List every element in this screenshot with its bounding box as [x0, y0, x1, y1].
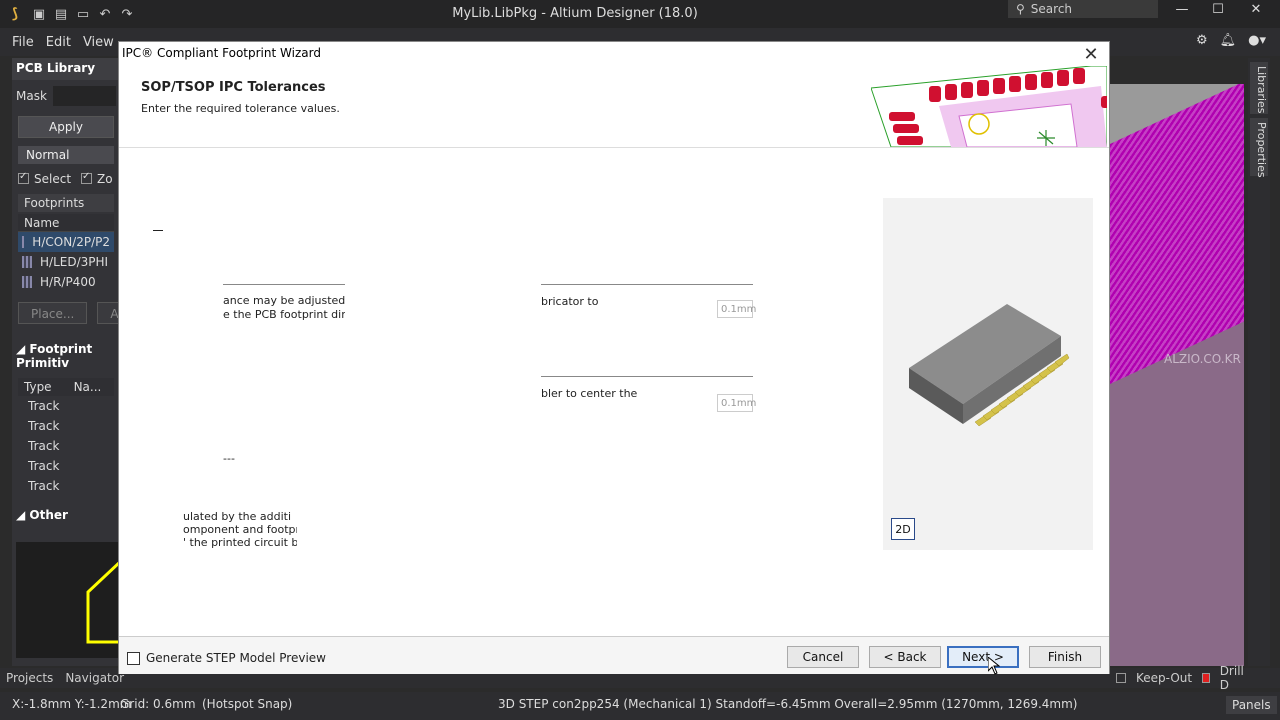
primitive-row[interactable]: Track — [18, 476, 114, 496]
footprint-icon — [22, 256, 32, 268]
tolerance-input[interactable]: 0.1mm — [717, 394, 756, 412]
text-fragment: --- — [223, 452, 235, 465]
panels-button[interactable]: Panels — [1226, 696, 1277, 714]
dialog-footer: Generate STEP Model Preview Cancel < Bac… — [119, 636, 1109, 674]
text-fragment: omponent and footpri — [183, 523, 297, 536]
text-fragment: ance may be adjusted a — [223, 294, 345, 307]
other-header[interactable]: ◢ Other — [16, 508, 116, 522]
primitives-columns: Type Na... — [18, 378, 114, 396]
properties-tab[interactable]: Properties — [1250, 118, 1268, 178]
search-icon: ⚲ — [1016, 2, 1025, 16]
dialog-body: ance may be adjusted a e the PCB footpri… — [119, 148, 1109, 636]
primitive-row[interactable]: Track — [18, 396, 114, 416]
footprint-item[interactable]: H/LED/3PHI — [18, 252, 114, 272]
tolerance-input[interactable]: 0.1mm — [717, 300, 756, 318]
menu-view[interactable]: View — [83, 35, 114, 50]
maximize-icon[interactable]: ☐ — [1200, 0, 1236, 18]
zoom-checkbox[interactable]: Zo — [81, 171, 113, 186]
place-button[interactable]: Place... — [18, 302, 88, 324]
primitive-row[interactable]: Track — [18, 456, 114, 476]
mask-label: Mask — [16, 89, 47, 103]
footprint-item[interactable]: H/CON/2P/P2 — [18, 232, 114, 252]
pcb-library-panel: PCB Library Mask Apply Normal Select Zo … — [12, 58, 139, 666]
panel-title: PCB Library — [12, 58, 120, 80]
close-icon[interactable]: ✕ — [1081, 44, 1101, 65]
minimize-icon[interactable]: — — [1164, 0, 1200, 18]
ipc-footprint-wizard-dialog: IPC® Compliant Footprint Wizard ✕ SOP/TS… — [118, 41, 1110, 674]
layer-tab-drill[interactable]: Drill D — [1196, 664, 1248, 692]
footprint-icon — [22, 276, 32, 288]
cancel-button[interactable]: Cancel — [787, 646, 859, 668]
type-column-header[interactable]: Type — [24, 380, 52, 394]
collapsed-section-marker — [153, 230, 163, 231]
next-button[interactable]: Next > — [947, 646, 1019, 668]
name-column-header[interactable]: Name — [18, 214, 114, 232]
page-title: SOP/TSOP IPC Tolerances — [141, 80, 326, 95]
primitives-header[interactable]: ◢ Footprint Primitiv — [16, 342, 116, 370]
primitive-row[interactable]: Track — [18, 436, 114, 456]
right-panel-bar: Libraries Properties — [1248, 58, 1270, 666]
status-bar: X:-1.8mm Y:-1.2mm Grid: 0.6mm (Hotspot S… — [0, 692, 1280, 720]
layer-color-swatch — [1116, 673, 1126, 683]
tab-projects[interactable]: Projects — [0, 671, 59, 685]
user-icon[interactable]: ●▾ — [1248, 33, 1266, 48]
pcb-canvas[interactable] — [1110, 84, 1244, 666]
dialog-header: SOP/TSOP IPC Tolerances Enter the requir… — [119, 66, 1109, 148]
primitive-row[interactable]: Track — [18, 416, 114, 436]
snap-readout: (Hotspot Snap) — [202, 697, 293, 711]
text-fragment: ulated by the additi — [183, 510, 291, 523]
menu-edit[interactable]: Edit — [46, 35, 71, 50]
3d-model-preview[interactable]: 2D — [883, 198, 1093, 550]
footprints-header: Footprints — [18, 194, 114, 212]
gear-icon[interactable]: ⚙ — [1196, 33, 1208, 48]
apply-button[interactable]: Apply — [18, 116, 114, 138]
coords-readout: X:-1.8mm Y:-1.2mm — [12, 697, 132, 711]
footprint-preview — [16, 542, 122, 658]
text-fragment: e the PCB footprint dime — [223, 308, 345, 321]
grid-readout: Grid: 0.6mm — [120, 697, 196, 711]
finish-button[interactable]: Finish — [1029, 646, 1101, 668]
title-bar: ⟆ ▣ ▤ ▭ ↶ ↷ MyLib.LibPkg - Altium Design… — [0, 0, 1280, 28]
name-column-header[interactable]: Na... — [74, 380, 102, 394]
search-placeholder: Search — [1030, 2, 1073, 16]
text-fragment: bricator to — [541, 295, 599, 308]
footprint-banner-image — [871, 66, 1107, 147]
libraries-tab[interactable]: Libraries — [1250, 62, 1268, 114]
bell-icon[interactable]: 🔔︎ — [1220, 33, 1237, 48]
checkbox-box — [127, 651, 140, 665]
menu-file[interactable]: File — [12, 35, 34, 50]
back-button[interactable]: < Back — [869, 646, 941, 668]
layer-color-swatch — [1202, 673, 1210, 683]
package-3d-image — [909, 304, 1070, 427]
2d-view-button[interactable]: 2D — [891, 518, 915, 540]
footprint-item[interactable]: H/R/P400 — [18, 272, 114, 292]
window-title: MyLib.LibPkg - Altium Designer (18.0) — [452, 6, 698, 21]
search-box[interactable]: ⚲ Search — [1008, 0, 1158, 18]
select-checkbox[interactable]: Select — [18, 171, 71, 186]
text-fragment: ' the printed circuit bo — [183, 536, 297, 549]
page-subtitle: Enter the required tolerance values. — [141, 102, 340, 115]
text-fragment: bler to center the — [541, 387, 638, 400]
footprint-icon — [22, 236, 25, 248]
mode-select[interactable]: Normal — [18, 146, 114, 164]
mouse-cursor-icon — [988, 657, 1000, 675]
mask-input[interactable] — [52, 86, 116, 106]
generate-step-checkbox[interactable]: Generate STEP Model Preview — [127, 651, 326, 665]
close-icon[interactable]: ✕ — [1238, 0, 1274, 18]
model-info: 3D STEP con2pp254 (Mechanical 1) Standof… — [498, 697, 1078, 711]
watermark-text: ALZIO.CO.KR — [1164, 352, 1241, 366]
dialog-title: IPC® Compliant Footprint Wizard — [122, 46, 321, 60]
preview-outline — [86, 560, 122, 644]
